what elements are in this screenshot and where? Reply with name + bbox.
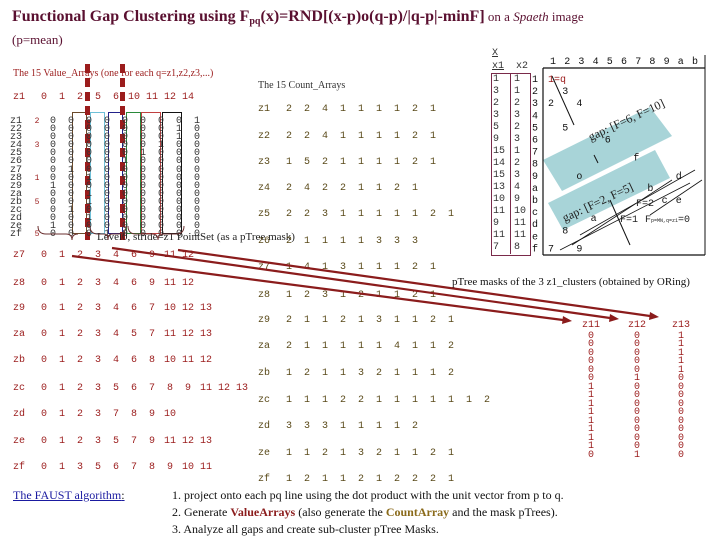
- mask-column-header: z13: [671, 320, 690, 331]
- mask-bit: 0: [587, 449, 594, 461]
- y-tick-label: 6: [532, 136, 538, 147]
- mask-column-z11: z11 0 0 0 0 0 0 1 1 1 1 1 1 1 1 0: [580, 320, 602, 461]
- scatter-plot: 1 2 3 4 5 6 7 8 9 a b123456789abcdef1=q23456fo dbc e…: [532, 55, 706, 256]
- step-2-a: 2. Generate: [172, 505, 231, 519]
- point-label: e: [676, 196, 682, 207]
- step-1: 1. project onto each pq line using the d…: [172, 488, 564, 502]
- point-label: 8: [562, 226, 568, 237]
- y-tick-label: 2: [532, 87, 538, 98]
- f2-label: F=2: [636, 199, 655, 210]
- y-tick-label: e: [532, 232, 538, 243]
- x-tick-label: 9: [664, 57, 670, 68]
- y-tick-label: f: [532, 243, 538, 255]
- x-tick-label: 8: [649, 57, 655, 68]
- x-tick-label: 4: [593, 57, 599, 68]
- x-tick-label: a: [678, 57, 684, 68]
- x-tick-label: b: [692, 56, 698, 68]
- mask-bit: 1: [633, 449, 640, 461]
- point-label: b: [647, 183, 653, 195]
- mask-bit: 0: [677, 449, 684, 461]
- step-2-count-array: CountArray: [385, 505, 450, 519]
- point-label: 9: [576, 244, 582, 255]
- y-tick-label: 3: [532, 99, 538, 110]
- y-tick-label: d: [532, 219, 538, 231]
- point-label: 5: [562, 123, 568, 134]
- q-point-label: 1=q: [548, 75, 566, 86]
- y-tick-label: 5: [532, 123, 538, 134]
- point-label: 3: [562, 87, 568, 98]
- mask-column-header: z11: [581, 320, 600, 331]
- ptree-masks-heading: pTree masks of the 3 z1_clusters (obtain…: [452, 276, 690, 288]
- mask-column-z13: z13 1 1 1 1 1 0 0 0 0 0 0 0 0 0 0: [670, 320, 692, 461]
- x-tick-label: 2: [564, 57, 570, 68]
- step-2: 2. Generate ValueArrays (also generate t…: [172, 504, 564, 521]
- step-2-value-arrays: ValueArrays: [230, 505, 296, 519]
- point-label: 7: [548, 244, 554, 255]
- x-tick-label: 5: [607, 57, 613, 68]
- y-tick-label: c: [532, 208, 538, 219]
- step-2-c: and the mask pTrees).: [449, 505, 558, 519]
- y-tick-label: 8: [532, 160, 538, 171]
- y-tick-label: b: [532, 195, 538, 207]
- point-label: c: [662, 196, 668, 207]
- faust-colon: :: [121, 488, 125, 502]
- x-tick-label: 7: [635, 57, 641, 68]
- y-tick-label: 7: [532, 148, 538, 159]
- mask-column-z12: z12 0 0 0 0 0 1 0 0 0 0 0 0 0 0 1: [626, 320, 648, 461]
- mask-column-header: z12: [627, 320, 646, 331]
- f0-label: Fp=MN,q=z1=0: [645, 215, 690, 226]
- step-3: 3. Analyze all gaps and create sub-clust…: [172, 522, 439, 536]
- faust-link-text[interactable]: The FAUST algorithm: [13, 488, 121, 502]
- f1-label: F=1: [620, 215, 639, 226]
- f0-subscript: p=MN,q=z1: [651, 218, 679, 224]
- point-label: o: [576, 172, 582, 183]
- point-label: d: [676, 171, 682, 183]
- faust-algorithm-link[interactable]: The FAUST algorithm:: [13, 488, 125, 503]
- point-label: 4: [576, 99, 582, 110]
- y-tick-label: 1: [532, 75, 538, 86]
- x-tick-label: 6: [621, 57, 627, 68]
- x-tick-label: 1: [550, 57, 556, 68]
- y-tick-label: 9: [532, 172, 538, 183]
- algorithm-steps: 1. project onto each pq line using the d…: [172, 487, 564, 538]
- point-label: a: [591, 214, 597, 225]
- y-tick-label: 4: [532, 111, 538, 122]
- f0-eq: =0: [678, 215, 691, 226]
- x-tick-label: 3: [578, 57, 584, 68]
- step-2-b: (also generate the: [295, 505, 386, 519]
- y-tick-label: a: [532, 184, 538, 195]
- point-label: f: [633, 153, 639, 165]
- point-label: 2: [548, 99, 554, 110]
